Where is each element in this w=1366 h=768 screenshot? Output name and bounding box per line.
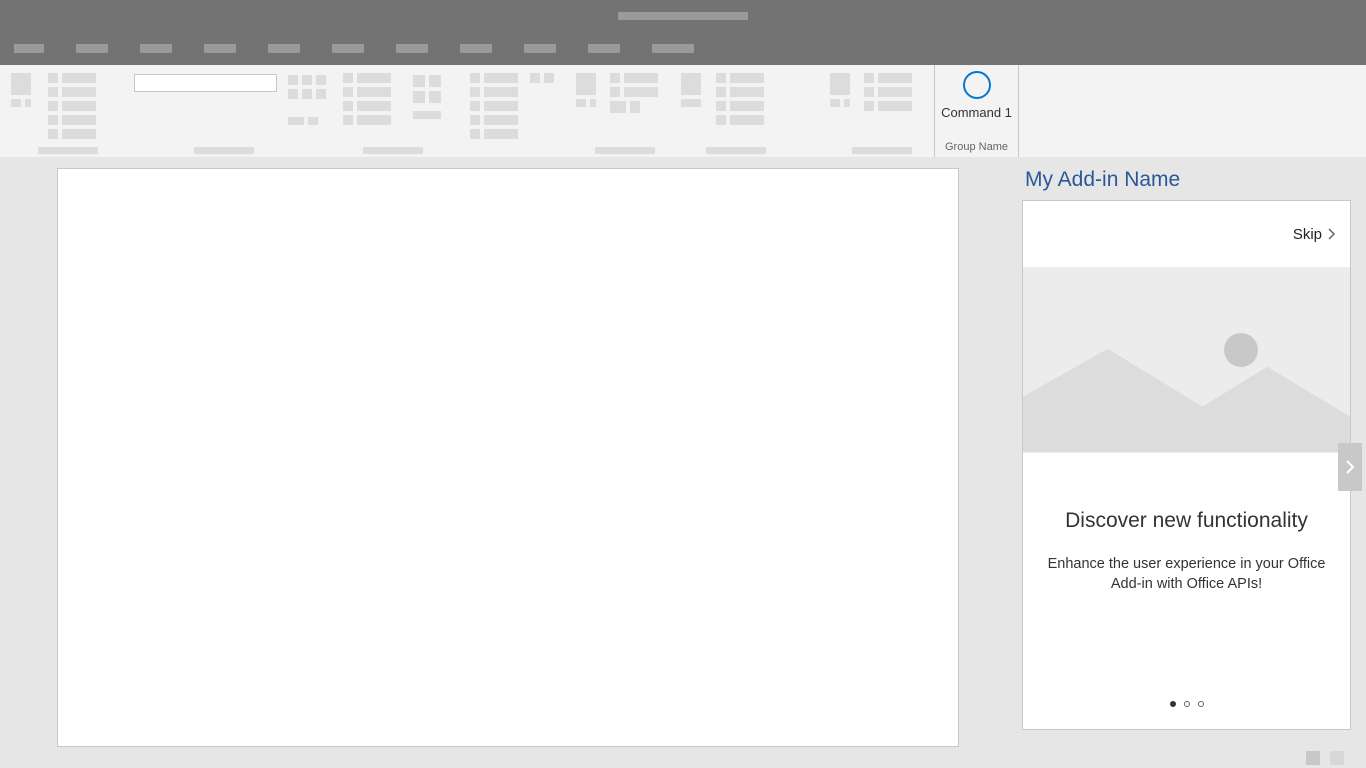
card-heading: Discover new functionality — [1043, 509, 1330, 533]
ribbon-custom-group: Command 1 Group Name — [934, 65, 1019, 157]
page-dot[interactable] — [1170, 701, 1176, 707]
tab-placeholder[interactable] — [588, 44, 620, 53]
tab-placeholder[interactable] — [140, 44, 172, 53]
tab-placeholder[interactable] — [396, 44, 428, 53]
ribbon: Command 1 Group Name — [0, 65, 1366, 157]
tab-placeholder[interactable] — [268, 44, 300, 53]
sun-icon — [1224, 333, 1258, 367]
tab-placeholder[interactable] — [652, 44, 694, 53]
tab-placeholder[interactable] — [332, 44, 364, 53]
page-dot[interactable] — [1184, 701, 1190, 707]
next-button[interactable] — [1338, 443, 1362, 491]
page-indicator — [1023, 679, 1350, 729]
status-bar — [0, 747, 1366, 768]
title-placeholder — [618, 12, 748, 20]
task-pane-title: My Add-in Name — [1025, 168, 1351, 192]
skip-label: Skip — [1293, 226, 1322, 243]
chevron-right-icon — [1345, 459, 1355, 475]
tab-placeholder[interactable] — [14, 44, 44, 53]
command-icon[interactable] — [963, 71, 991, 99]
card-body: Discover new functionality Enhance the u… — [1023, 453, 1350, 679]
ribbon-placeholder-area — [0, 65, 934, 157]
view-mode-button[interactable] — [1306, 751, 1320, 765]
chevron-right-icon — [1328, 228, 1336, 240]
tab-placeholder[interactable] — [204, 44, 236, 53]
hero-image — [1023, 267, 1350, 453]
page-dot[interactable] — [1198, 701, 1204, 707]
tab-placeholder[interactable] — [524, 44, 556, 53]
onboarding-card: Skip Discover new functionality Enhance … — [1022, 200, 1351, 730]
task-pane: My Add-in Name Skip Discover new functio… — [1016, 157, 1366, 747]
tab-placeholder[interactable] — [76, 44, 108, 53]
view-mode-button[interactable] — [1330, 751, 1344, 765]
card-subtext: Enhance the user experience in your Offi… — [1043, 555, 1330, 594]
command-label[interactable]: Command 1 — [941, 105, 1012, 120]
workspace: My Add-in Name Skip Discover new functio… — [0, 157, 1366, 747]
document-area — [0, 157, 1016, 747]
mountains-icon — [1023, 267, 1350, 452]
group-label: Group Name — [945, 141, 1008, 153]
skip-button[interactable]: Skip — [1023, 201, 1350, 267]
ribbon-tabs — [0, 32, 1366, 65]
title-bar — [0, 0, 1366, 32]
document-page[interactable] — [57, 168, 959, 747]
tab-placeholder[interactable] — [460, 44, 492, 53]
